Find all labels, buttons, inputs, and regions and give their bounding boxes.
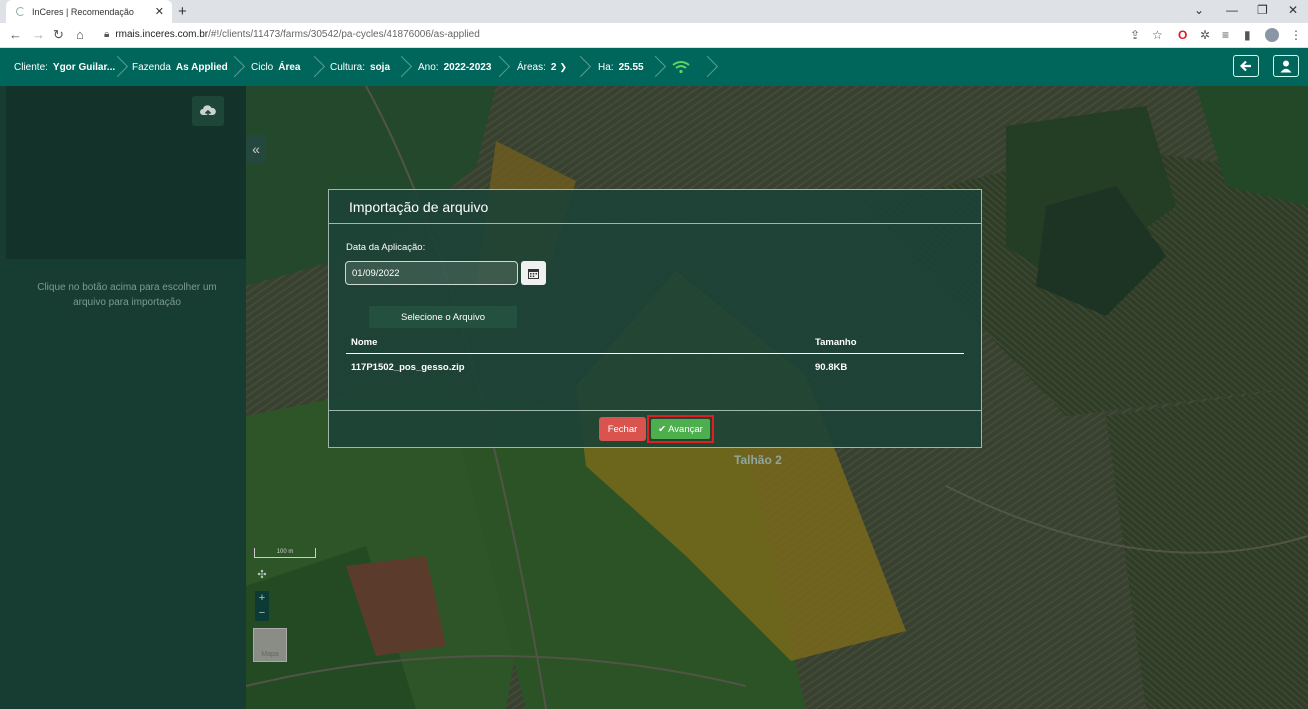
tab-search-icon[interactable]: ⌄ [1194,3,1204,17]
url-host: rmais.inceres.com.br [115,29,209,40]
next-button-label: Avançar [668,423,703,435]
close-tab-icon[interactable]: ✕ [155,5,164,18]
side-panel-icon[interactable]: ▮ [1244,28,1251,42]
zoom-in-button[interactable]: + [256,592,268,604]
breadcrumb-areas[interactable]: Áreas: 2 ❯ [517,48,567,86]
lock-icon: 🔒︎ [104,29,110,40]
year-value: 2022-2023 [443,61,492,73]
app-header: Cliente: Ygor Guilar... Fazenda As Applied… [0,48,1308,86]
cycle-value: Área [278,61,301,73]
areas-value: 2 [550,61,557,73]
cloud-upload-icon [200,105,216,117]
browser-tab[interactable]: InCeres | Recomendação ✕ [6,0,172,23]
left-panel: Clique no botão acima para escolher um a… [0,86,246,709]
year-label: Ano: [418,61,439,73]
next-button-highlight: ✔ Avançar [647,415,714,443]
scale-label: 100 m [276,549,294,555]
share-icon[interactable]: ⇪ [1130,28,1140,42]
hectares-value: 25.55 [618,61,644,73]
breadcrumb-separator [573,56,585,78]
breadcrumb-separator [307,56,319,78]
breadcrumb-separator [394,56,406,78]
tab-title: InCeres | Recomendação [32,6,134,17]
file-size-cell: 90.8KB [815,362,848,373]
back-icon[interactable]: ← [9,27,22,42]
client-value: Ygor Guilar... [52,61,116,73]
opera-extension-icon[interactable]: O [1178,28,1187,42]
basemap-label: Mapa [261,651,279,658]
bookmark-star-icon[interactable]: ☆ [1152,28,1163,42]
breadcrumb-crop[interactable]: Cultura: soja [330,48,390,86]
wifi-status [672,48,690,86]
column-header-size: Tamanho [815,337,857,348]
forward-icon[interactable]: → [32,27,45,42]
url-field[interactable]: 🔒︎ rmais.inceres.com.br/#!/clients/11473/… [104,29,480,40]
home-icon[interactable]: ⌂ [76,27,84,42]
loading-icon [16,7,25,16]
user-menu-button[interactable] [1273,55,1299,77]
browser-tab-bar: InCeres | Recomendação ✕ + ⌄ — ❐ ✕ [0,0,1308,23]
select-file-button[interactable]: Selecione o Arquivo [369,306,517,328]
areas-label: Áreas: [517,61,546,73]
close-button[interactable]: Fechar [599,417,646,441]
url-path: /#!/clients/11473/farms/30542/pa-cycles/… [208,29,480,40]
restore-icon[interactable]: ❐ [1257,3,1268,17]
crop-value: soja [370,61,391,73]
breadcrumb-hectares: Ha: 25.55 [598,48,644,86]
breadcrumb-cycle[interactable]: Ciclo Área [251,48,300,86]
application-date-input[interactable] [345,261,518,285]
close-window-icon[interactable]: ✕ [1288,3,1298,17]
table-header-divider [346,353,964,354]
collapse-panel-button[interactable]: « [246,135,266,163]
breadcrumb-separator [700,56,712,78]
browser-menu-icon[interactable]: ⋮ [1290,28,1302,42]
import-file-modal: Importação de arquivo Data da Aplicação:… [328,189,982,448]
modal-footer-divider [329,410,981,411]
address-bar: ← → ↻ ⌂ 🔒︎ rmais.inceres.com.br/#!/client… [0,23,1308,48]
cycle-label: Ciclo [251,61,274,73]
field-label: Talhão 2 [734,453,782,467]
zoom-out-button[interactable]: − [256,607,268,619]
application-date-label: Data da Aplicação: [346,242,426,253]
new-tab-icon[interactable]: + [178,3,187,20]
check-icon: ✔ [658,423,667,435]
extensions-puzzle-icon[interactable]: ✲ [1200,28,1210,42]
media-control-icon[interactable]: ≡ [1222,28,1229,42]
farm-label: Fazenda [132,61,171,73]
crop-label: Cultura: [330,61,366,73]
next-button[interactable]: ✔ Avançar [651,419,710,439]
modal-title: Importação de arquivo [349,199,489,215]
upload-button[interactable] [192,96,224,126]
farm-value: As Applied [175,61,228,73]
hectares-label: Ha: [598,61,614,73]
arrow-left-icon [1239,60,1251,72]
minimize-icon[interactable]: — [1226,3,1238,17]
breadcrumb-farm[interactable]: Fazenda As Applied [132,48,228,86]
calendar-button[interactable] [521,261,546,285]
breadcrumb-separator [227,56,239,78]
breadcrumb-client[interactable]: Cliente: Ygor Guilar... [14,48,115,86]
breadcrumb-separator [110,56,122,78]
breadcrumb-separator [648,56,660,78]
wifi-icon [672,61,690,74]
back-arrow-button[interactable] [1233,55,1259,77]
client-label: Cliente: [14,61,48,73]
basemap-thumbnail[interactable]: Mapa [253,628,287,662]
breadcrumb-year[interactable]: Ano: 2022-2023 [418,48,491,86]
profile-avatar-icon[interactable] [1265,28,1279,42]
chevron-down-icon: ❯ [559,61,568,72]
calendar-icon [528,268,539,279]
file-name-cell: 117P1502_pos_gesso.zip [351,362,465,373]
modal-header: Importação de arquivo [329,190,981,224]
map-scale-bar: 100 m [254,548,316,558]
reload-icon[interactable]: ↻ [53,27,64,43]
import-hint-text: Clique no botão acima para escolher um a… [37,282,217,308]
column-header-name: Nome [351,337,378,348]
user-icon [1280,60,1292,73]
pan-icon[interactable]: ✣ [256,569,268,581]
breadcrumb-separator [492,56,504,78]
